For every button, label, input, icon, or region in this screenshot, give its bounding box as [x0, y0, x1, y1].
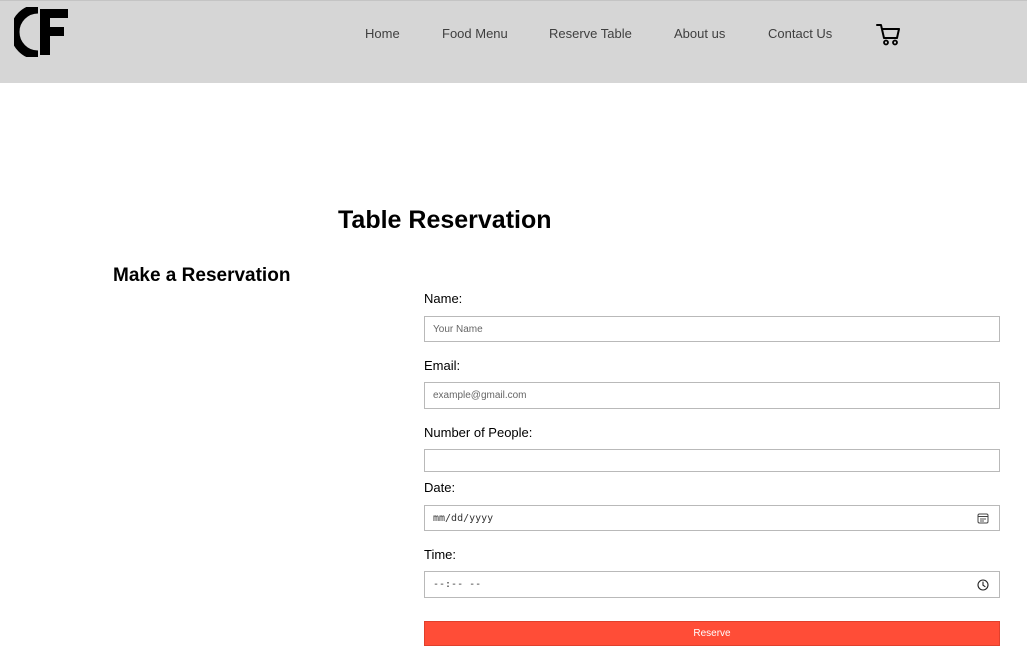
email-placeholder: example@gmail.com	[433, 390, 527, 401]
nav-reserve-table-link[interactable]: Reserve Table	[549, 26, 632, 41]
date-label: Date:	[424, 480, 456, 495]
time-label: Time:	[424, 547, 457, 562]
section-title: Make a Reservation	[113, 265, 291, 286]
page-title: Table Reservation	[338, 206, 552, 234]
logo-icon[interactable]	[14, 7, 70, 57]
calendar-icon[interactable]	[977, 512, 989, 524]
site-header: Home Food Menu Reserve Table About us Co…	[0, 0, 1027, 83]
name-placeholder: Your Name	[433, 323, 483, 335]
nav-contact-us-link[interactable]: Contact Us	[768, 26, 832, 41]
email-field[interactable]: example@gmail.com	[424, 382, 1000, 409]
clock-icon[interactable]	[977, 578, 989, 591]
nav-food-menu-link[interactable]: Food Menu	[442, 26, 508, 41]
reserve-button[interactable]: Reserve	[424, 621, 1000, 646]
name-label: Name:	[424, 291, 463, 306]
name-field[interactable]: Your Name	[424, 316, 1000, 342]
shopping-cart-icon[interactable]	[876, 23, 901, 46]
date-field[interactable]: mm/dd/yyyy	[424, 505, 1000, 531]
time-field[interactable]: --:-- --	[424, 571, 1000, 598]
nav-about-us-link[interactable]: About us	[674, 26, 725, 41]
email-label: Email:	[424, 358, 461, 373]
date-placeholder: mm/dd/yyyy	[433, 512, 494, 524]
people-field[interactable]	[424, 449, 1000, 472]
people-label: Number of People:	[424, 425, 533, 440]
nav-home-link[interactable]: Home	[365, 26, 400, 41]
time-placeholder: --:-- --	[433, 579, 482, 590]
